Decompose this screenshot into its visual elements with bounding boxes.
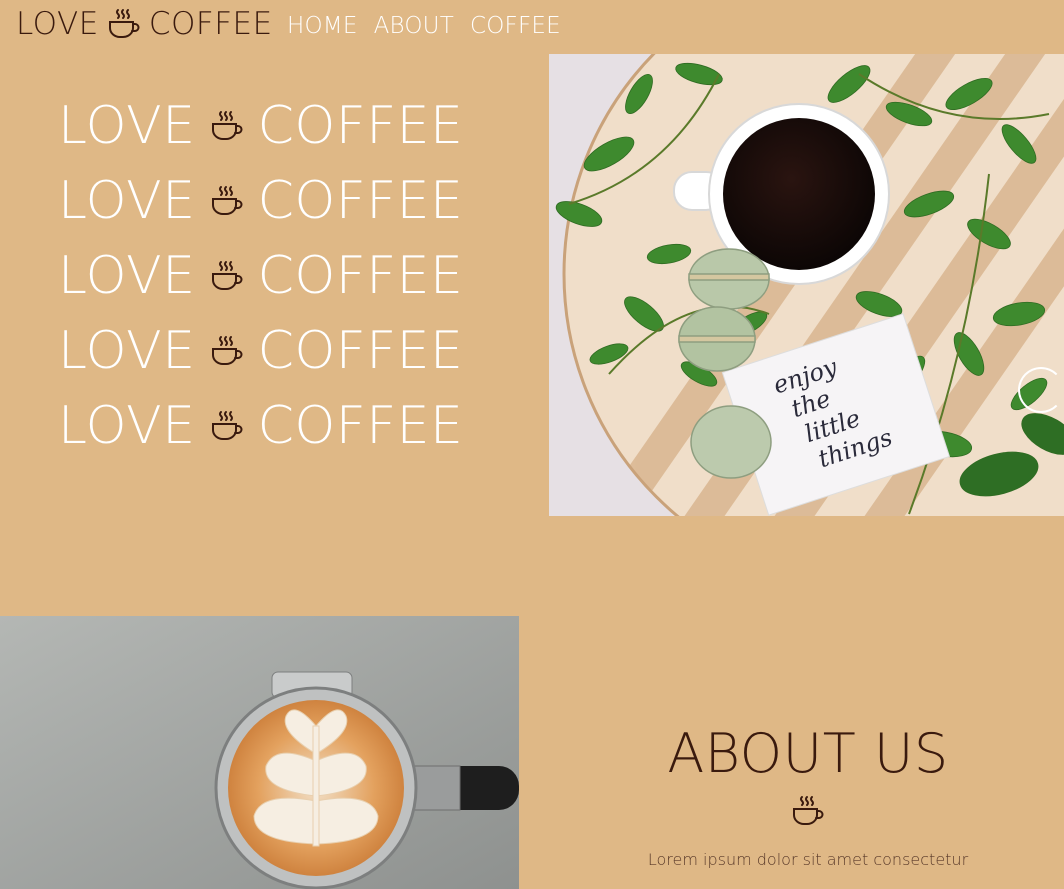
hero-line: LOVE COFFEE <box>58 313 463 388</box>
coffee-cup-icon <box>210 109 244 143</box>
hero-love: LOVE <box>58 170 196 231</box>
hero-line: LOVE COFFEE <box>58 88 463 163</box>
coffee-cup-icon <box>210 184 244 218</box>
hero-love: LOVE <box>58 95 196 156</box>
coffee-cup-icon <box>107 7 141 41</box>
hero-coffee: COFFEE <box>257 95 464 156</box>
nav-link-coffee[interactable]: COFFEE <box>470 13 561 39</box>
about-title: ABOUT US <box>667 722 949 785</box>
hero-coffee: COFFEE <box>257 395 464 456</box>
hero-love: LOVE <box>58 395 196 456</box>
about-description: Lorem ipsum dolor sit amet consectetur <box>647 850 969 869</box>
brand-coffee: COFFEE <box>148 6 273 42</box>
coffee-cup-icon <box>210 409 244 443</box>
hero-coffee-photo: enjoy the little things <box>549 54 1064 516</box>
brand-logo[interactable]: LOVE COFFEE <box>16 6 273 42</box>
brand-love: LOVE <box>16 6 99 42</box>
nav-links: HOME ABOUT COFFEE <box>287 13 561 39</box>
hero-love: LOVE <box>58 245 196 306</box>
hero-text-block: LOVE COFFEE LOVE COFFEE LOVE COFFEE LOVE… <box>58 88 463 463</box>
hero-coffee: COFFEE <box>257 320 464 381</box>
hero-line: LOVE COFFEE <box>58 238 463 313</box>
scroll-indicator[interactable] <box>1018 367 1064 413</box>
hero-love: LOVE <box>58 320 196 381</box>
hero-coffee: COFFEE <box>257 245 464 306</box>
about-section: ABOUT US Lorem ipsum dolor sit amet cons… <box>519 616 1064 889</box>
top-navbar: LOVE COFFEE HOME ABOUT COFFEE <box>0 0 1064 54</box>
coffee-cup-icon <box>791 794 825 832</box>
hero-line: LOVE COFFEE <box>58 388 463 463</box>
nav-link-about[interactable]: ABOUT <box>374 13 454 39</box>
nav-link-home[interactable]: HOME <box>287 13 358 39</box>
hero-line: LOVE COFFEE <box>58 163 463 238</box>
coffee-cup-icon <box>210 259 244 293</box>
coffee-cup-icon <box>210 334 244 368</box>
hero-coffee: COFFEE <box>257 170 464 231</box>
latte-art-photo <box>0 616 519 889</box>
